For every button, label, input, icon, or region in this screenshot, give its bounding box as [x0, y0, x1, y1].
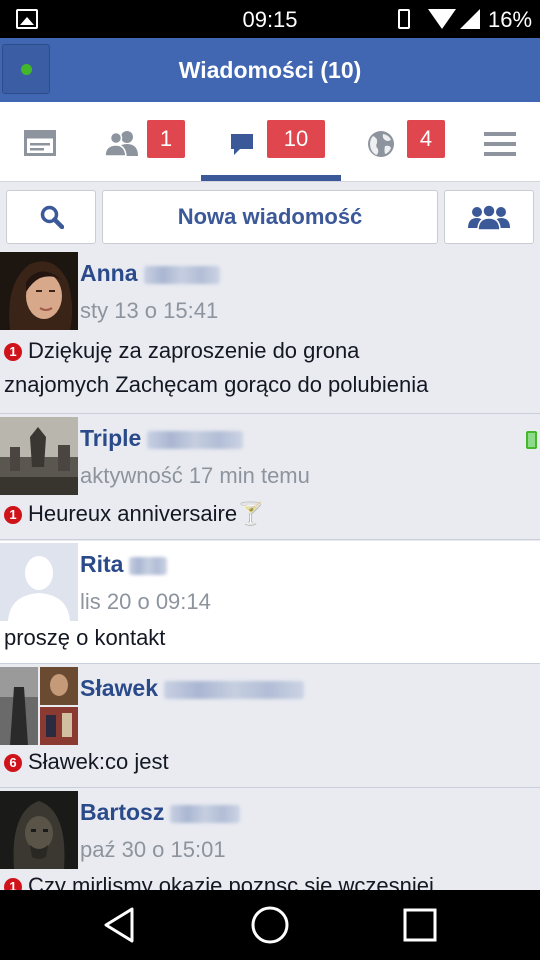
message-preview: 6 Sławek:co jest: [4, 745, 534, 779]
battery-percent: 16%: [488, 7, 533, 32]
system-navigation-bar: [0, 890, 540, 960]
globe-icon: [368, 131, 394, 157]
message-timestamp: paź 30 o 15:01: [80, 837, 226, 862]
message-preview: 1 Czy mirlismy okazje poznsc sie wczesnie…: [4, 869, 534, 890]
group-icon: [468, 204, 510, 230]
avatar: [0, 417, 78, 495]
conversation-list: Anna sty 13 o 15:41 1 Dziękuję za zaprosz…: [0, 250, 540, 890]
contact-name: Anna: [80, 260, 220, 287]
avatar: [0, 791, 78, 869]
tab-friend-requests[interactable]: 1: [95, 102, 195, 182]
tab-notifications[interactable]: 4: [355, 102, 455, 182]
message-preview: 1 Dziękuję za zaproszenie do grona znajomy…: [4, 338, 429, 397]
message-preview: proszę o kontakt: [4, 625, 166, 650]
unread-count-badge: 1: [4, 878, 22, 890]
group-conversation-button[interactable]: [444, 190, 534, 244]
redacted-surname: [129, 556, 168, 575]
conversation-item-triple[interactable]: Triple aktywność 17 min temu 1 Heureux an…: [0, 415, 540, 540]
redacted-participants: [164, 680, 304, 699]
news-feed-icon: [24, 130, 56, 156]
mobile-online-icon: [526, 431, 537, 449]
tab-bar: 1 10 4: [0, 102, 540, 182]
new-message-label: Nowa wiadomość: [177, 204, 363, 229]
active-tab-indicator: [201, 175, 341, 181]
message-timestamp: sty 13 o 15:41: [80, 298, 219, 323]
unread-count-badge: 1: [4, 506, 22, 524]
status-bar: 09:15 16%: [0, 0, 540, 38]
app-header: Wiadomości (10): [0, 38, 540, 102]
group-avatar: [0, 667, 78, 745]
tab-news-feed[interactable]: [0, 102, 80, 182]
status-time: 09:15: [242, 7, 298, 32]
avatar: [0, 252, 78, 330]
contact-name: Bartosz: [80, 799, 241, 826]
unread-count-badge: 1: [4, 343, 22, 361]
tab-more-menu[interactable]: [470, 102, 540, 182]
messages-badge: 10: [267, 120, 325, 158]
redacted-surname: [147, 430, 244, 449]
message-timestamp: lis 20 o 09:14: [80, 589, 211, 614]
recent-apps-icon[interactable]: [400, 905, 440, 945]
friends-badge: 1: [147, 120, 185, 158]
page-title: Wiadomości (10): [178, 57, 362, 83]
tab-messages[interactable]: 10: [201, 102, 341, 182]
conversation-item-rita[interactable]: Rita lis 20 o 09:14 proszę o kontakt: [0, 541, 540, 664]
redacted-surname: [170, 804, 241, 823]
contact-name: Triple: [80, 425, 244, 452]
new-message-button[interactable]: Nowa wiadomość: [102, 190, 438, 244]
vibrate-icon: [398, 9, 410, 29]
signal-icon: [460, 9, 480, 29]
conversation-item-slawek[interactable]: Sławek 6 Sławek:co jest: [0, 665, 540, 788]
friends-icon: [105, 131, 138, 156]
chat-bubble-icon: [231, 134, 253, 155]
messages-toolbar: Nowa wiadomość: [0, 182, 540, 250]
default-avatar-icon: [0, 543, 78, 621]
avatar: [0, 543, 78, 621]
notifications-badge: 4: [407, 120, 445, 158]
hamburger-menu-icon: [484, 132, 516, 156]
home-icon[interactable]: [250, 905, 290, 945]
message-preview: 1 Heureux anniversaire🍸: [4, 497, 534, 531]
conversation-item-bartosz[interactable]: Bartosz paź 30 o 15:01 1 Czy mirlismy oka…: [0, 789, 540, 890]
redacted-surname: [143, 265, 220, 284]
last-active-text: aktywność 17 min temu: [80, 463, 310, 488]
wifi-icon: [428, 9, 456, 29]
back-icon[interactable]: [100, 905, 140, 945]
contact-name: Rita: [80, 551, 168, 578]
conversation-item-anna[interactable]: Anna sty 13 o 15:41 1 Dziękuję za zaprosz…: [0, 250, 540, 414]
search-button[interactable]: [6, 190, 96, 244]
unread-count-badge: 6: [4, 754, 22, 772]
search-icon: [40, 205, 64, 229]
group-name: Sławek: [80, 675, 304, 702]
